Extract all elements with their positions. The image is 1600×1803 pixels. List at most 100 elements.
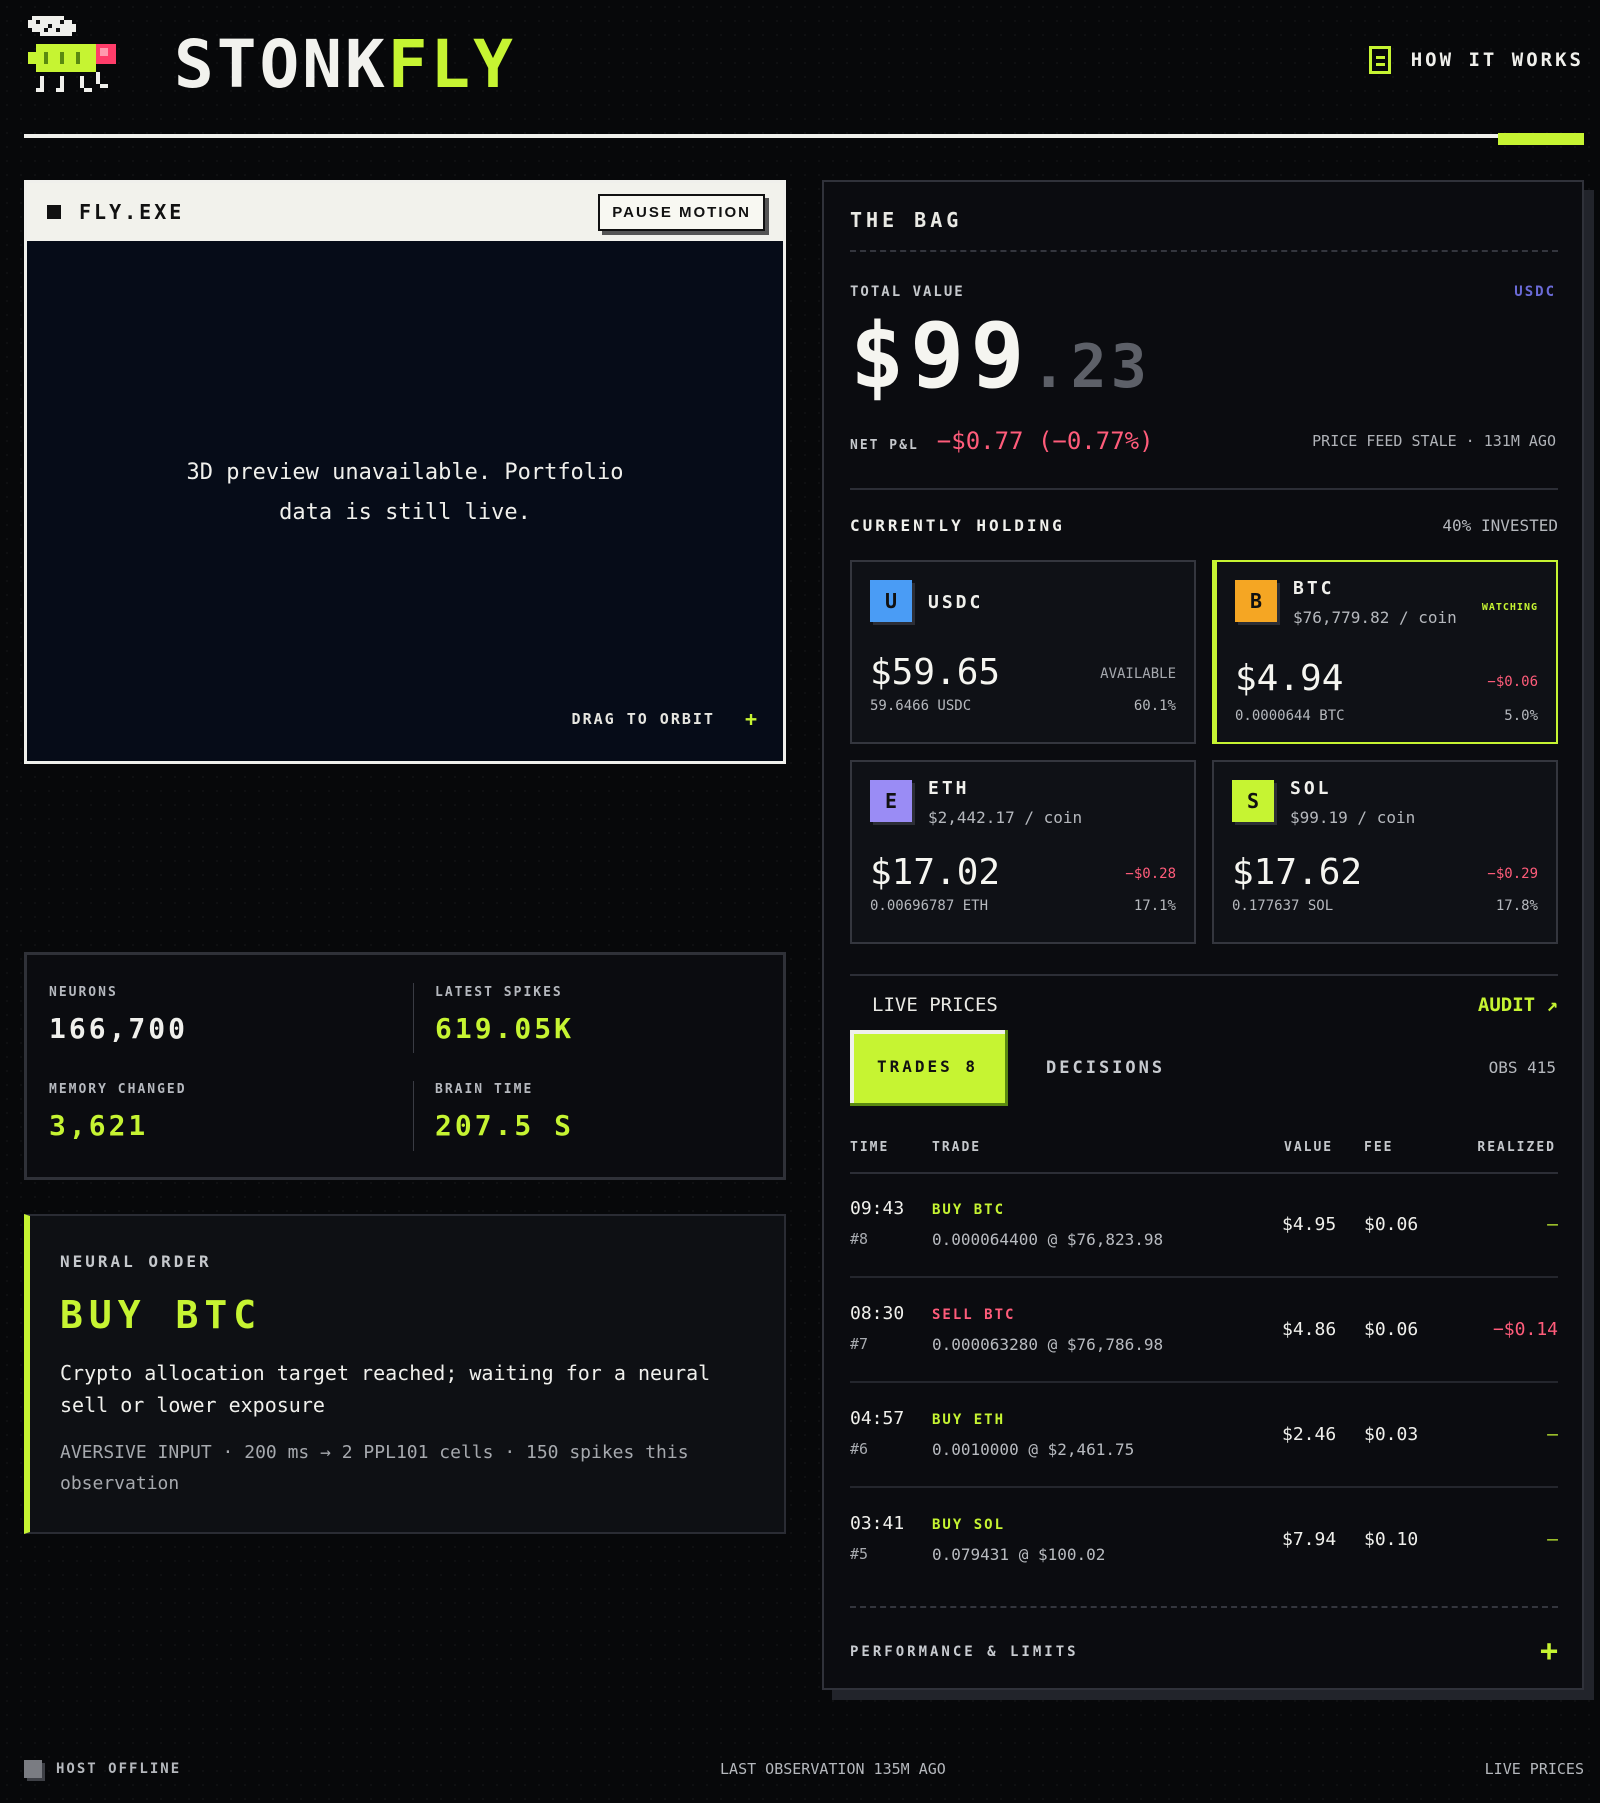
asset-quantity: 59.6466 USDC [870,698,972,714]
divider [850,1606,1558,1608]
drag-hint-label: DRAG TO ORBIT [571,710,715,728]
table-row[interactable]: 08:30 #7 SELL BTC 0.000063280 @ $76,786.… [850,1279,1558,1383]
asset-value: $59.65 [870,652,1001,693]
stat-divider [413,983,414,1053]
brain-time-value: 207.5 S [435,1109,575,1142]
brand-title: STONKFLY [174,32,516,98]
brand-white: STONK [174,26,388,103]
how-it-works-link[interactable]: HOW IT WORKS [1368,46,1584,74]
footer-live-prices: LIVE PRICES [1484,1760,1584,1778]
asset-card-btc[interactable]: B BTC $76,779.82 / coin WATCHING $4.94 −… [1212,560,1558,744]
trade-value: $2.46 [1282,1424,1337,1445]
audit-link[interactable]: AUDIT ↗ [1478,994,1558,1016]
trade-realized: — [1547,1424,1558,1445]
stat-neurons: NEURONS 166,700 [49,985,389,1045]
col-realized: REALIZED [1477,1140,1556,1155]
divider [850,974,1558,976]
trade-detail: 0.000063280 @ $76,786.98 [932,1335,1164,1354]
asset-card-sol[interactable]: S SOL $99.19 / coin $17.62 −$0.29 0.1776… [1212,760,1558,944]
asset-symbol: SOL [1290,778,1332,799]
trade-realized: — [1547,1214,1558,1235]
trade-realized: −$0.14 [1492,1319,1558,1340]
tab-trades[interactable]: TRADES 8 [850,1030,1008,1106]
net-pl-label: NET P&L [850,438,919,453]
trade-fee: $0.03 [1364,1424,1419,1445]
header: STONKFLY HOW IT WORKS [24,14,1584,104]
row-divider [850,1381,1558,1383]
asset-price: $2,442.17 / coin [928,808,1083,827]
trade-id: #6 [850,1440,869,1458]
row-divider [850,1276,1558,1278]
asset-change: −$0.06 [1487,674,1538,690]
tab-decisions[interactable]: DECISIONS [1046,1058,1165,1078]
order-title: BUY BTC [60,1293,263,1337]
last-observation: LAST OBSERVATION 135M AGO [720,1760,946,1778]
currency-label: USDC [1514,284,1556,300]
pause-motion-button[interactable]: PAUSE MOTION [598,193,765,231]
spikes-value: 619.05K [435,1012,575,1045]
brain-time-label: BRAIN TIME [435,1082,534,1097]
asset-card-usdc[interactable]: U USDC $59.65 AVAILABLE 59.6466 USDC 60.… [850,560,1196,744]
asset-change: −$0.29 [1487,866,1538,882]
holding-header: CURRENTLY HOLDING 40% INVESTED [850,516,1558,535]
document-icon [1368,46,1391,74]
trade-value: $7.94 [1282,1529,1337,1550]
invested-pct: 40% INVESTED [1442,516,1558,535]
drag-to-orbit-hint[interactable]: DRAG TO ORBIT + [572,707,759,731]
trade-id: #7 [850,1335,869,1353]
expand-plus-icon: + [1539,1634,1558,1669]
row-divider [850,1486,1558,1488]
table-row[interactable]: 04:57 #6 BUY ETH 0.0010000 @ $2,461.75 $… [850,1384,1558,1488]
brand-lime: FLY [387,26,516,103]
order-meta: AVERSIVE INPUT · 200 ms → 2 PPL101 cells… [60,1442,689,1494]
order-description: Crypto allocation target reached; waitin… [60,1361,711,1417]
trade-detail: 0.0010000 @ $2,461.75 [932,1440,1135,1459]
trade-time: 03:41 [850,1513,905,1534]
trade-time: 08:30 [850,1303,905,1324]
asset-percent: 17.8% [1495,898,1538,914]
asset-value: $17.02 [870,852,1001,893]
asset-card-eth[interactable]: E ETH $2,442.17 / coin $17.02 −$0.28 0.0… [850,760,1196,944]
trade-time: 09:43 [850,1198,905,1219]
btc-badge-icon: B [1235,580,1277,622]
asset-value: $17.62 [1232,852,1363,893]
window-title-text: FLY.EXE [79,200,185,224]
watching-badge: WATCHING [1481,602,1538,613]
table-row[interactable]: 09:43 #8 BUY BTC 0.000064400 @ $76,823.9… [850,1174,1558,1278]
divider [850,250,1558,252]
memory-value: 3,621 [49,1109,149,1142]
col-value: VALUE [1284,1140,1334,1155]
fly-logo-icon [28,16,116,92]
performance-label: PERFORMANCE & LIMITS [850,1643,1079,1660]
trade-side: BUY SOL [932,1517,1006,1533]
asset-quantity: 0.177637 SOL [1232,898,1334,914]
fly-preview-window[interactable]: FLY.EXE PAUSE MOTION 3D preview unavaila… [24,180,786,764]
trade-fee: $0.06 [1364,1319,1419,1340]
asset-value: $4.94 [1235,658,1344,699]
host-status-icon [24,1760,42,1778]
observation-count: OBS 415 [1488,1058,1556,1077]
trade-detail: 0.000064400 @ $76,823.98 [932,1230,1164,1249]
trade-value: $4.95 [1282,1214,1337,1235]
col-fee: FEE [1364,1140,1394,1155]
stat-brain-time: BRAIN TIME 207.5 S [435,1082,775,1142]
live-prices-label: LIVE PRICES [872,994,998,1016]
neurons-label: NEURONS [49,985,118,1000]
host-status-label: HOST OFFLINE [56,1761,182,1777]
col-trade: TRADE [932,1140,982,1155]
table-row[interactable]: 03:41 #5 BUY SOL 0.079431 @ $100.02 $7.9… [850,1489,1558,1593]
trade-id: #8 [850,1230,869,1248]
spikes-label: LATEST SPIKES [435,985,563,1000]
asset-symbol: USDC [928,592,984,613]
col-time: TIME [850,1140,890,1155]
asset-price: $76,779.82 / coin [1293,608,1457,627]
trade-side: BUY BTC [932,1202,1006,1218]
trade-value: $4.86 [1282,1319,1337,1340]
trade-realized: — [1547,1529,1558,1550]
stat-spikes: LATEST SPIKES 619.05K [435,985,775,1045]
performance-limits-toggle[interactable]: PERFORMANCE & LIMITS + [850,1634,1558,1669]
memory-label: MEMORY CHANGED [49,1082,187,1097]
asset-symbol: ETH [928,778,970,799]
stat-memory: MEMORY CHANGED 3,621 [49,1082,389,1142]
bag-title: THE BAG [850,208,963,232]
